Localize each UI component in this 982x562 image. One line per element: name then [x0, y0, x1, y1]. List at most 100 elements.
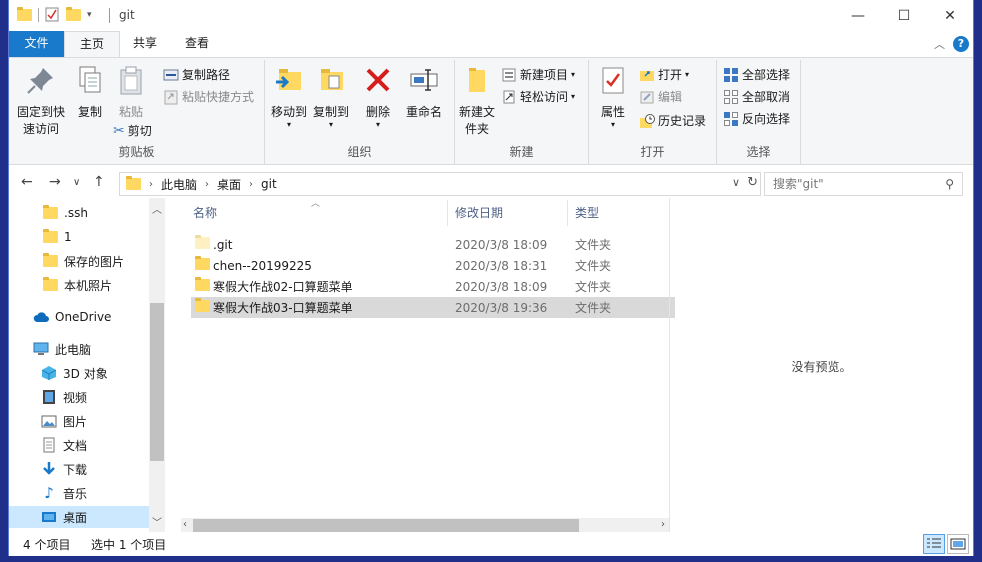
back-button[interactable]: ←: [21, 174, 33, 190]
folder-icon: [43, 253, 58, 267]
tab-view[interactable]: 查看: [170, 31, 224, 57]
open-button[interactable]: 打开 ▾: [639, 66, 689, 83]
chevron-down-icon: ▾: [685, 70, 690, 79]
new-item-button[interactable]: 新建项目 ▾: [501, 66, 575, 83]
search-input[interactable]: 搜索"git" ⚲: [764, 172, 963, 196]
recent-locations-icon[interactable]: ∨: [73, 177, 80, 188]
column-divider[interactable]: [447, 200, 448, 226]
scroll-up-icon[interactable]: ︿: [152, 201, 162, 216]
rename-button[interactable]: 重命名: [401, 64, 447, 121]
paste-shortcut-button[interactable]: 粘贴快捷方式: [163, 88, 254, 105]
new-folder-icon[interactable]: [66, 6, 81, 21]
history-button[interactable]: 历史记录: [639, 112, 706, 129]
tab-home[interactable]: 主页: [64, 31, 120, 57]
copy-button[interactable]: 复制: [71, 64, 109, 121]
nav-item-this-pc[interactable]: 此电脑: [9, 338, 149, 360]
cut-button[interactable]: ✂ 剪切: [113, 122, 152, 139]
nav-item-downloads[interactable]: 下载: [9, 458, 149, 480]
easy-access-button[interactable]: 轻松访问 ▾: [501, 88, 575, 105]
copy-path-button[interactable]: 复制路径: [163, 66, 230, 83]
select-all-button[interactable]: 全部选择: [723, 66, 790, 83]
delete-button[interactable]: 删除 ▾: [361, 64, 395, 129]
column-header-date[interactable]: 修改日期: [455, 204, 503, 221]
nav-item-label: 桌面: [63, 510, 88, 525]
nav-item-music[interactable]: ♪ 音乐: [9, 482, 149, 504]
sort-ascending-icon: ︿: [311, 199, 321, 209]
tab-file[interactable]: 文件: [9, 31, 64, 57]
move-to-button[interactable]: 移动到 ▾: [269, 64, 309, 129]
paste-shortcut-icon: [164, 90, 178, 104]
breadcrumb-separator-icon[interactable]: ›: [149, 179, 153, 190]
nav-item-videos[interactable]: 视频: [9, 386, 149, 408]
file-row[interactable]: .git 2020/3/8 18:09 文件夹: [191, 234, 675, 255]
scroll-right-icon[interactable]: ›: [661, 519, 665, 530]
edit-button[interactable]: 编辑: [639, 88, 682, 105]
divider: [38, 7, 39, 22]
file-type: 文件夹: [575, 238, 612, 252]
properties-icon[interactable]: [45, 7, 60, 22]
maximize-button[interactable]: ☐: [881, 0, 927, 31]
invert-selection-button[interactable]: 反向选择: [723, 110, 790, 127]
nav-item-label: .ssh: [64, 206, 88, 220]
breadcrumb-git[interactable]: git: [261, 177, 277, 191]
nav-item-saved-pictures[interactable]: 保存的图片: [9, 250, 149, 272]
delete-label: 删除: [365, 105, 390, 119]
navigation-pane: .ssh 1 保存的图片 本机照片 OneDrive 此电脑 3D 对象 视频 …: [9, 198, 165, 532]
pin-quick-access-button[interactable]: 固定到快速访问: [13, 64, 69, 138]
nav-item-onedrive[interactable]: OneDrive: [9, 306, 149, 328]
nav-item-3d-objects[interactable]: 3D 对象: [9, 362, 149, 384]
breadcrumb-desktop[interactable]: 桌面: [217, 176, 241, 193]
desktop-icon: [42, 512, 56, 522]
folder-icon: [195, 277, 210, 291]
copy-to-label: 复制到: [312, 105, 349, 119]
breadcrumb-separator-icon[interactable]: ›: [205, 179, 209, 190]
nav-item-desktop[interactable]: 桌面: [9, 506, 149, 528]
select-none-button[interactable]: 全部取消: [723, 88, 790, 105]
search-icon: ⚲: [945, 177, 954, 191]
forward-button[interactable]: →: [49, 174, 61, 190]
nav-item-documents[interactable]: 文档: [9, 434, 149, 456]
nav-item-1[interactable]: 1: [9, 226, 149, 248]
chevron-down-icon: ▾: [571, 92, 576, 101]
copy-to-button[interactable]: 复制到 ▾: [311, 64, 351, 129]
address-dropdown-icon[interactable]: ∨: [732, 176, 740, 189]
scrollbar-thumb[interactable]: [193, 519, 579, 533]
column-header-name[interactable]: 名称: [193, 204, 217, 221]
chevron-down-icon: ▾: [610, 120, 615, 129]
window-title: git: [119, 8, 135, 22]
paste-button[interactable]: 粘贴: [111, 64, 151, 121]
nav-item-ssh[interactable]: .ssh: [9, 202, 149, 224]
customize-dropdown-icon[interactable]: ▾: [87, 10, 92, 20]
help-icon[interactable]: ?: [953, 36, 969, 52]
column-divider[interactable]: [567, 200, 568, 226]
tab-share[interactable]: 共享: [120, 31, 170, 57]
minimize-button[interactable]: —: [835, 0, 881, 31]
nav-item-pictures[interactable]: 图片: [9, 410, 149, 432]
file-row[interactable]: chen--20199225 2020/3/8 18:31 文件夹: [191, 255, 675, 276]
scrollbar-thumb[interactable]: [150, 303, 164, 461]
cloud-icon: [33, 312, 49, 322]
easy-access-icon: [503, 90, 515, 103]
nav-item-camera-roll[interactable]: 本机照片: [9, 274, 149, 296]
new-folder-button[interactable]: 新建文件夹: [457, 64, 497, 138]
file-name: 寒假大作战02-口算题菜单: [213, 280, 353, 294]
scroll-left-icon[interactable]: ‹: [183, 519, 187, 530]
file-row[interactable]: 寒假大作战02-口算题菜单 2020/3/8 18:09 文件夹: [191, 276, 675, 297]
up-button[interactable]: ↑: [93, 174, 105, 190]
scroll-down-icon[interactable]: ﹀: [152, 514, 162, 529]
breadcrumb-this-pc[interactable]: 此电脑: [161, 176, 197, 193]
column-header-type[interactable]: 类型: [575, 204, 599, 221]
properties-button[interactable]: 属性 ▾: [593, 64, 633, 129]
properties-icon: [602, 67, 624, 94]
file-row-selected[interactable]: 寒假大作战03-口算题菜单 2020/3/8 19:36 文件夹: [191, 297, 675, 318]
details-view-button[interactable]: [923, 534, 945, 554]
nav-pane-scrollbar[interactable]: ︿ ﹀: [149, 198, 165, 532]
large-icons-view-button[interactable]: [947, 534, 969, 554]
file-name: chen--20199225: [213, 258, 312, 273]
address-bar[interactable]: › 此电脑 › 桌面 › git ∨ ↻: [119, 172, 761, 196]
clipboard-group: 固定到快速访问 复制 粘贴 复制路径 粘贴快捷方式 ✂ 剪切 剪贴板: [9, 60, 265, 164]
refresh-icon[interactable]: ↻: [747, 175, 758, 190]
collapse-ribbon-icon[interactable]: ︿: [934, 36, 945, 52]
close-button[interactable]: ✕: [927, 0, 973, 31]
breadcrumb-separator-icon[interactable]: ›: [249, 179, 253, 190]
